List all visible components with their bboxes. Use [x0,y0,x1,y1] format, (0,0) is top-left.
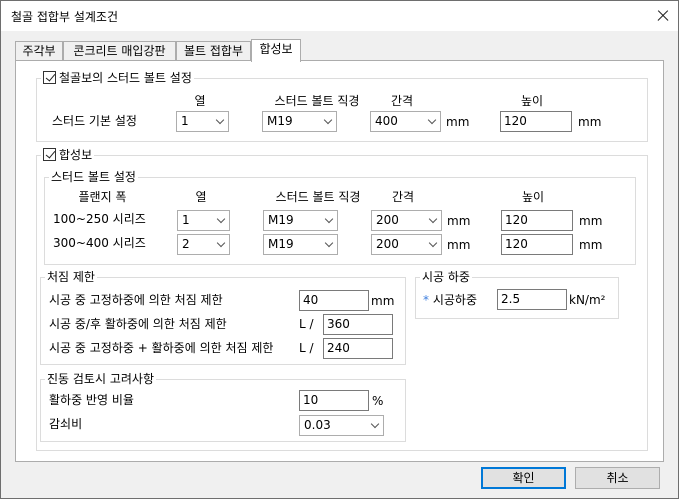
stud-default-label: 스터드 기본 설정 [52,114,137,128]
row-select[interactable]: 1 [176,111,229,132]
height-input[interactable]: 120 [501,234,573,255]
height-input[interactable]: 120 [500,111,572,132]
series-100-250-label: 100~250 시리즈 [53,212,146,226]
deflection-title: 처짐 제한 [45,269,97,285]
construction-load-label: * 시공하중 [423,293,477,307]
chevron-down-icon [216,238,226,248]
stud-settings-group: 스터드 볼트 설정 플랜지 폭 열 스터드 볼트 직경 간격 높이 100~25… [44,169,636,265]
required-mark: * [423,293,429,307]
live-load-deflection-input[interactable]: 360 [323,314,393,335]
construction-load-unit: kN/m² [569,293,606,307]
deflection-group: 처짐 제한 시공 중 고정하중에 의한 처짐 제한 40 mm 시공 중/후 활… [40,269,406,365]
header-spacing: 간격 [391,190,415,204]
vibration-title: 진동 검토시 고려사항 [45,371,156,387]
window-title: 철골 접합부 설계조건 [11,10,118,24]
series-300-400-label: 300~400 시리즈 [53,236,146,250]
stud-settings-title: 스터드 볼트 설정 [49,169,138,185]
header-height: 높이 [520,94,544,108]
chevron-down-icon [427,115,437,125]
spacing-unit: mm [447,214,471,228]
chevron-down-icon [323,115,333,125]
checkbox-checked-icon[interactable] [43,148,56,161]
spacing-unit: mm [446,115,470,129]
height-unit: mm [579,214,603,228]
cancel-button[interactable]: 취소 [575,467,660,489]
diameter-select[interactable]: M19 [263,234,338,255]
spacing-unit: mm [447,238,471,252]
steel-beam-stud-group: 철골보의 스터드 볼트 설정 열 스터드 볼트 직경 간격 높이 스터드 기본 … [36,70,648,142]
tab-panel-composite-beam: 철골보의 스터드 볼트 설정 열 스터드 볼트 직경 간격 높이 스터드 기본 … [15,60,664,462]
damping-label: 감쇠비 [49,417,83,431]
live-ratio-label: 활하중 반영 비율 [49,393,134,407]
construction-load-input[interactable]: 2.5 [497,289,567,310]
diameter-select[interactable]: M19 [263,210,338,231]
live-load-deflection-label: 시공 중/후 활하중에 의한 처짐 제한 [49,317,227,331]
construction-load-title: 시공 하중 [420,269,472,285]
chevron-down-icon [324,238,334,248]
title-bar: 철골 접합부 설계조건 [1,1,678,31]
chevron-down-icon [324,214,334,224]
chevron-down-icon [370,419,380,429]
header-height: 높이 [521,190,545,204]
vibration-group: 진동 검토시 고려사항 활하중 반영 비율 10 % 감쇠비 0.03 [40,371,406,442]
dead-load-deflection-label: 시공 중 고정하중에 의한 처짐 제한 [49,293,223,307]
tab-column-base[interactable]: 주각부 [15,41,63,61]
composite-beam-title[interactable]: 합성보 [41,147,95,163]
row-select[interactable]: 1 [177,210,230,231]
chevron-down-icon [428,214,438,224]
spacing-select[interactable]: 200 [371,234,442,255]
combined-prefix: L / [299,341,314,355]
tab-bolt-joint[interactable]: 볼트 접합부 [176,41,251,61]
live-load-prefix: L / [299,317,314,331]
chevron-down-icon [215,115,225,125]
damping-select[interactable]: 0.03 [299,415,384,436]
header-spacing: 간격 [390,94,414,108]
checkbox-checked-icon[interactable] [43,71,56,84]
chevron-down-icon [216,214,226,224]
combined-deflection-label: 시공 중 고정하중 + 활하중에 의한 처짐 제한 [49,341,274,355]
header-diameter: 스터드 볼트 직경 [274,94,360,108]
construction-load-group: 시공 하중 * 시공하중 2.5 kN/m² [415,269,619,319]
header-flange: 플랜지 폭 [78,190,127,204]
ok-button[interactable]: 확인 [481,467,566,489]
close-icon[interactable] [652,5,674,27]
header-row: 열 [195,190,207,204]
row-select[interactable]: 2 [177,234,230,255]
dead-load-deflection-unit: mm [371,294,395,308]
chevron-down-icon [428,238,438,248]
spacing-select[interactable]: 400 [370,111,441,132]
spacing-select[interactable]: 200 [371,210,442,231]
diameter-select[interactable]: M19 [262,111,337,132]
height-unit: mm [579,238,603,252]
header-row: 열 [194,94,206,108]
height-input[interactable]: 120 [501,210,573,231]
dead-load-deflection-input[interactable]: 40 [299,290,369,311]
live-ratio-unit: % [372,394,384,408]
dialog-window: 철골 접합부 설계조건 주각부 콘크리트 매입강판 볼트 접합부 합성보 철골보… [0,0,679,499]
tab-embedded-plate[interactable]: 콘크리트 매입강판 [63,41,176,61]
live-ratio-input[interactable]: 10 [299,390,369,411]
steel-beam-stud-title[interactable]: 철골보의 스터드 볼트 설정 [41,70,194,86]
header-diameter: 스터드 볼트 직경 [275,190,361,204]
composite-beam-group: 합성보 스터드 볼트 설정 플랜지 폭 열 스터드 볼트 직경 간격 높이 10… [36,147,648,451]
tab-composite-beam[interactable]: 합성보 [251,39,301,62]
combined-deflection-input[interactable]: 240 [323,338,393,359]
height-unit: mm [578,115,602,129]
